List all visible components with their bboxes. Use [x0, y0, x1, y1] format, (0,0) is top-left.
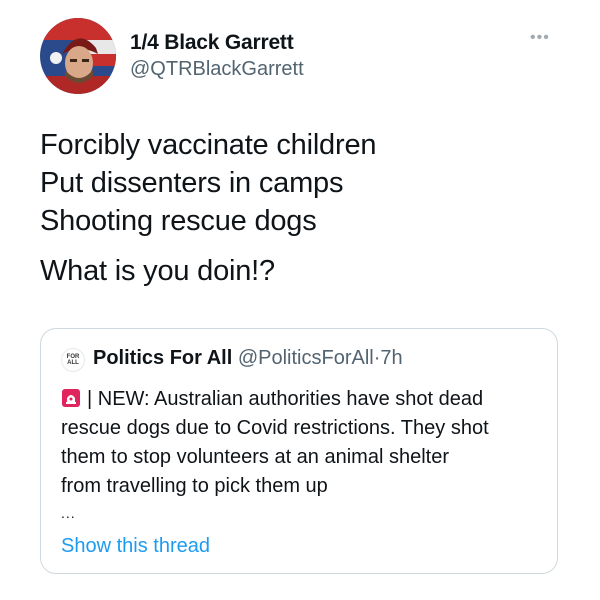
- quoted-logo-text: FOR ALL: [66, 354, 80, 366]
- avatar-image: [40, 18, 116, 94]
- author-avatar[interactable]: [40, 18, 116, 94]
- quoted-body-line: | NEW: Australian authorities have shot …: [61, 385, 546, 414]
- author-display-name[interactable]: 1/4 Black Garrett: [130, 31, 294, 55]
- author-handle[interactable]: @QTRBlackGarrett: [130, 58, 304, 81]
- quoted-header: Politics For All @PoliticsForAll·7h: [93, 347, 403, 370]
- tweet-text: Forcibly vaccinate children Put dissente…: [40, 126, 377, 290]
- quoted-time[interactable]: 7h: [380, 347, 402, 369]
- quoted-avatar-logo: FOR ALL: [61, 348, 85, 372]
- quoted-body-line: rescue dogs due to Covid restrictions. T…: [61, 417, 489, 439]
- quoted-body-text: | NEW: Australian authorities have shot …: [87, 388, 484, 410]
- tweet-line: Forcibly vaccinate children: [40, 129, 377, 161]
- quoted-body-line: from travelling to pick them up: [61, 475, 328, 497]
- more-dots-icon[interactable]: •••: [530, 30, 550, 46]
- quoted-handle[interactable]: @PoliticsForAll: [238, 347, 374, 369]
- quoted-body: | NEW: Australian authorities have shot …: [61, 385, 546, 501]
- quoted-display-name[interactable]: Politics For All: [93, 347, 232, 369]
- quoted-tweet-card[interactable]: FOR ALL Politics For All @PoliticsForAll…: [40, 328, 558, 574]
- quoted-ellipsis: ...: [61, 505, 76, 521]
- siren-icon: [62, 389, 80, 407]
- show-thread-link[interactable]: Show this thread: [61, 535, 210, 558]
- tweet-line: What is you doin!?: [40, 255, 275, 287]
- quoted-body-line: them to stop volunteers at an animal she…: [61, 446, 449, 468]
- tweet-line: Put dissenters in camps: [40, 167, 344, 199]
- tweet-line: Shooting rescue dogs: [40, 205, 317, 237]
